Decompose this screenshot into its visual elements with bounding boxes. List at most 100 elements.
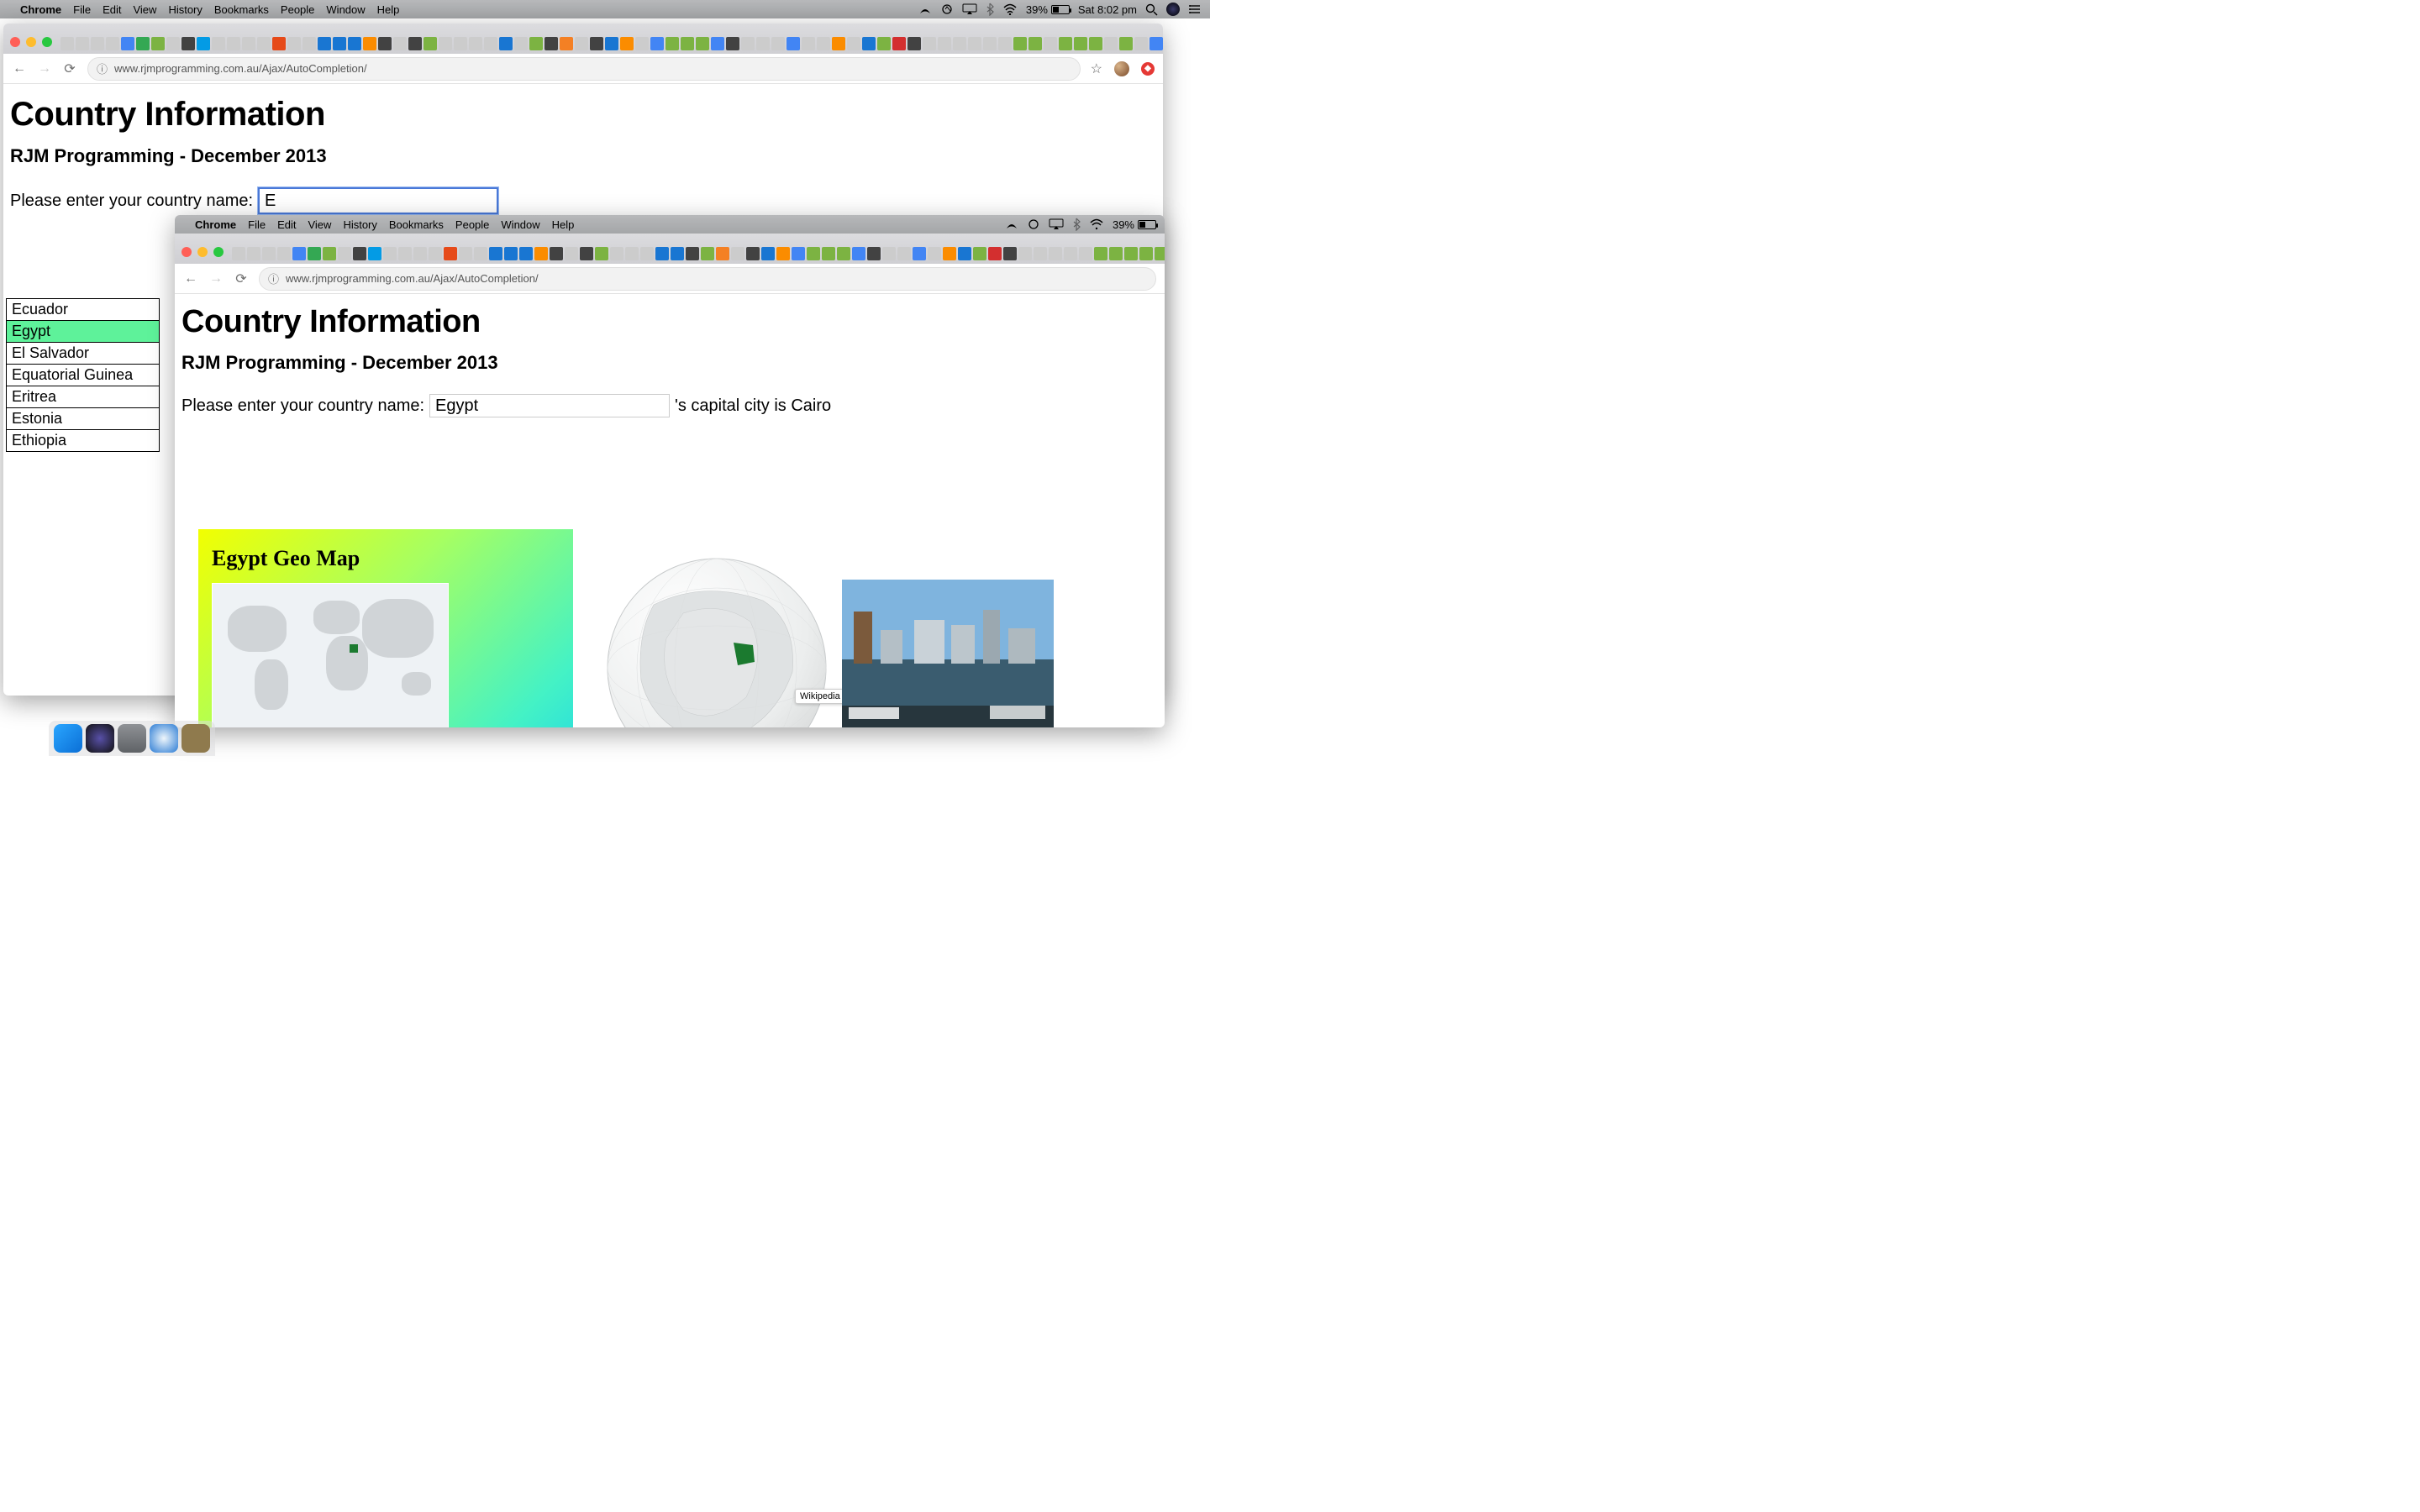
menu-file[interactable]: File <box>248 218 266 231</box>
minimize-window-button[interactable] <box>197 247 208 257</box>
site-info-icon[interactable]: ⓘ <box>268 270 279 286</box>
globe-tooltip: Wikipedia <box>795 689 845 704</box>
address-bar: ← → ⟳ ⓘ www.rjmprogramming.com.au/Ajax/A… <box>3 54 1163 84</box>
page-subtitle: RJM Programming - December 2013 <box>10 145 1156 167</box>
bookmark-star-icon[interactable]: ☆ <box>1091 60 1102 77</box>
forward-button[interactable]: → <box>37 61 52 76</box>
airplay-icon[interactable] <box>1049 218 1064 230</box>
tab-strip-inner <box>175 234 1165 264</box>
menu-window[interactable]: Window <box>501 218 539 231</box>
avast-icon[interactable] <box>1027 218 1040 231</box>
battery-icon <box>1051 5 1070 14</box>
active-app-name[interactable]: Chrome <box>20 3 61 16</box>
back-button[interactable]: ← <box>183 271 198 286</box>
battery-indicator[interactable]: 39% <box>1113 218 1156 231</box>
country-input[interactable] <box>429 394 670 417</box>
maximize-window-button[interactable] <box>213 247 224 257</box>
prompt-label: Please enter your country name: <box>10 192 253 211</box>
world-map[interactable] <box>212 583 449 727</box>
battery-indicator[interactable]: 39% <box>1026 3 1070 16</box>
prompt-label: Please enter your country name: <box>182 396 424 416</box>
back-button[interactable]: ← <box>12 61 27 76</box>
autocomplete-item[interactable]: Estonia <box>7 408 159 430</box>
battery-percent: 39% <box>1026 3 1048 16</box>
url-text: www.rjmprogramming.com.au/Ajax/AutoCompl… <box>114 62 367 75</box>
city-photo[interactable] <box>842 580 1054 727</box>
mac-menubar: Chrome File Edit View History Bookmarks … <box>0 0 1210 18</box>
menu-help[interactable]: Help <box>552 218 575 231</box>
window-controls <box>10 37 52 47</box>
menu-people[interactable]: People <box>281 3 314 16</box>
app-icon[interactable] <box>182 724 210 753</box>
avast-icon[interactable] <box>940 3 954 16</box>
omnibox[interactable]: ⓘ www.rjmprogramming.com.au/Ajax/AutoCom… <box>87 57 1081 81</box>
menu-history[interactable]: History <box>168 3 202 16</box>
battery-icon <box>1138 220 1156 229</box>
geo-map-card: Egypt Geo Map Another Geo Map? Last Emai… <box>198 529 573 727</box>
malwarebytes-icon[interactable] <box>1005 218 1018 231</box>
menu-edit[interactable]: Edit <box>277 218 296 231</box>
extension-icon[interactable]: ◆ <box>1141 62 1155 76</box>
forward-button[interactable]: → <box>208 271 224 286</box>
siri-dock-icon[interactable] <box>86 724 114 753</box>
active-app-name[interactable]: Chrome <box>195 218 236 231</box>
close-window-button[interactable] <box>10 37 20 47</box>
tab-strip: × W W W + <box>3 24 1163 54</box>
menu-view[interactable]: View <box>308 218 331 231</box>
dock <box>49 721 215 756</box>
airplay-icon[interactable] <box>962 3 977 15</box>
page-content-inner: Country Information RJM Programming - De… <box>175 294 1165 727</box>
battery-percent: 39% <box>1113 218 1134 231</box>
autocomplete-item[interactable]: Equatorial Guinea <box>7 365 159 386</box>
reload-button[interactable]: ⟳ <box>234 270 249 287</box>
profile-avatar[interactable] <box>1114 61 1129 76</box>
geo-map-heading: Egypt Geo Map <box>212 546 560 571</box>
menu-people[interactable]: People <box>455 218 489 231</box>
page-title: Country Information <box>182 304 1158 340</box>
result-text: 's capital city is Cairo <box>675 396 831 416</box>
page-content-outer: Country Information RJM Programming - De… <box>3 84 1163 219</box>
spotlight-icon[interactable] <box>1145 3 1158 16</box>
window-controls <box>182 247 224 257</box>
bluetooth-icon[interactable] <box>986 3 994 16</box>
wifi-icon[interactable] <box>1089 218 1104 230</box>
egypt-marker-icon <box>350 644 358 653</box>
launchpad-icon[interactable] <box>118 724 146 753</box>
maximize-window-button[interactable] <box>42 37 52 47</box>
menu-bookmarks[interactable]: Bookmarks <box>389 218 444 231</box>
country-input[interactable] <box>258 187 498 214</box>
url-text: www.rjmprogramming.com.au/Ajax/AutoCompl… <box>286 272 539 285</box>
background-tabs[interactable] <box>60 37 1163 50</box>
autocomplete-item[interactable]: Ecuador <box>7 299 159 321</box>
menu-edit[interactable]: Edit <box>103 3 121 16</box>
autocomplete-item[interactable]: Ethiopia <box>7 430 159 451</box>
minimize-window-button[interactable] <box>26 37 36 47</box>
autocomplete-item-highlighted[interactable]: Egypt <box>7 321 159 343</box>
safari-icon[interactable] <box>150 724 178 753</box>
finder-icon[interactable] <box>54 724 82 753</box>
menu-window[interactable]: Window <box>326 3 365 16</box>
autocomplete-dropdown: Ecuador Egypt El Salvador Equatorial Gui… <box>6 298 160 452</box>
menu-file[interactable]: File <box>73 3 91 16</box>
autocomplete-item[interactable]: Eritrea <box>7 386 159 408</box>
notification-center-icon[interactable] <box>1188 3 1202 15</box>
menu-view[interactable]: View <box>133 3 156 16</box>
clock[interactable]: Sat 8:02 pm <box>1078 3 1137 16</box>
site-info-icon[interactable]: ⓘ <box>97 60 108 76</box>
close-window-button[interactable] <box>182 247 192 257</box>
bluetooth-icon[interactable] <box>1072 218 1081 231</box>
omnibox[interactable]: ⓘ www.rjmprogramming.com.au/Ajax/AutoCom… <box>259 267 1156 291</box>
menu-history[interactable]: History <box>343 218 376 231</box>
malwarebytes-icon[interactable] <box>918 3 932 16</box>
address-bar-inner: ← → ⟳ ⓘ www.rjmprogramming.com.au/Ajax/A… <box>175 264 1165 294</box>
wifi-icon[interactable] <box>1002 3 1018 15</box>
background-tabs[interactable] <box>232 247 1165 260</box>
reload-button[interactable]: ⟳ <box>62 60 77 77</box>
menu-help[interactable]: Help <box>377 3 400 16</box>
chrome-window-inner: Chrome File Edit View History Bookmarks … <box>175 215 1165 727</box>
autocomplete-item[interactable]: El Salvador <box>7 343 159 365</box>
page-title: Country Information <box>10 96 1156 134</box>
mac-menubar-inner: Chrome File Edit View History Bookmarks … <box>175 215 1165 234</box>
menu-bookmarks[interactable]: Bookmarks <box>214 3 269 16</box>
siri-icon[interactable] <box>1166 3 1180 16</box>
